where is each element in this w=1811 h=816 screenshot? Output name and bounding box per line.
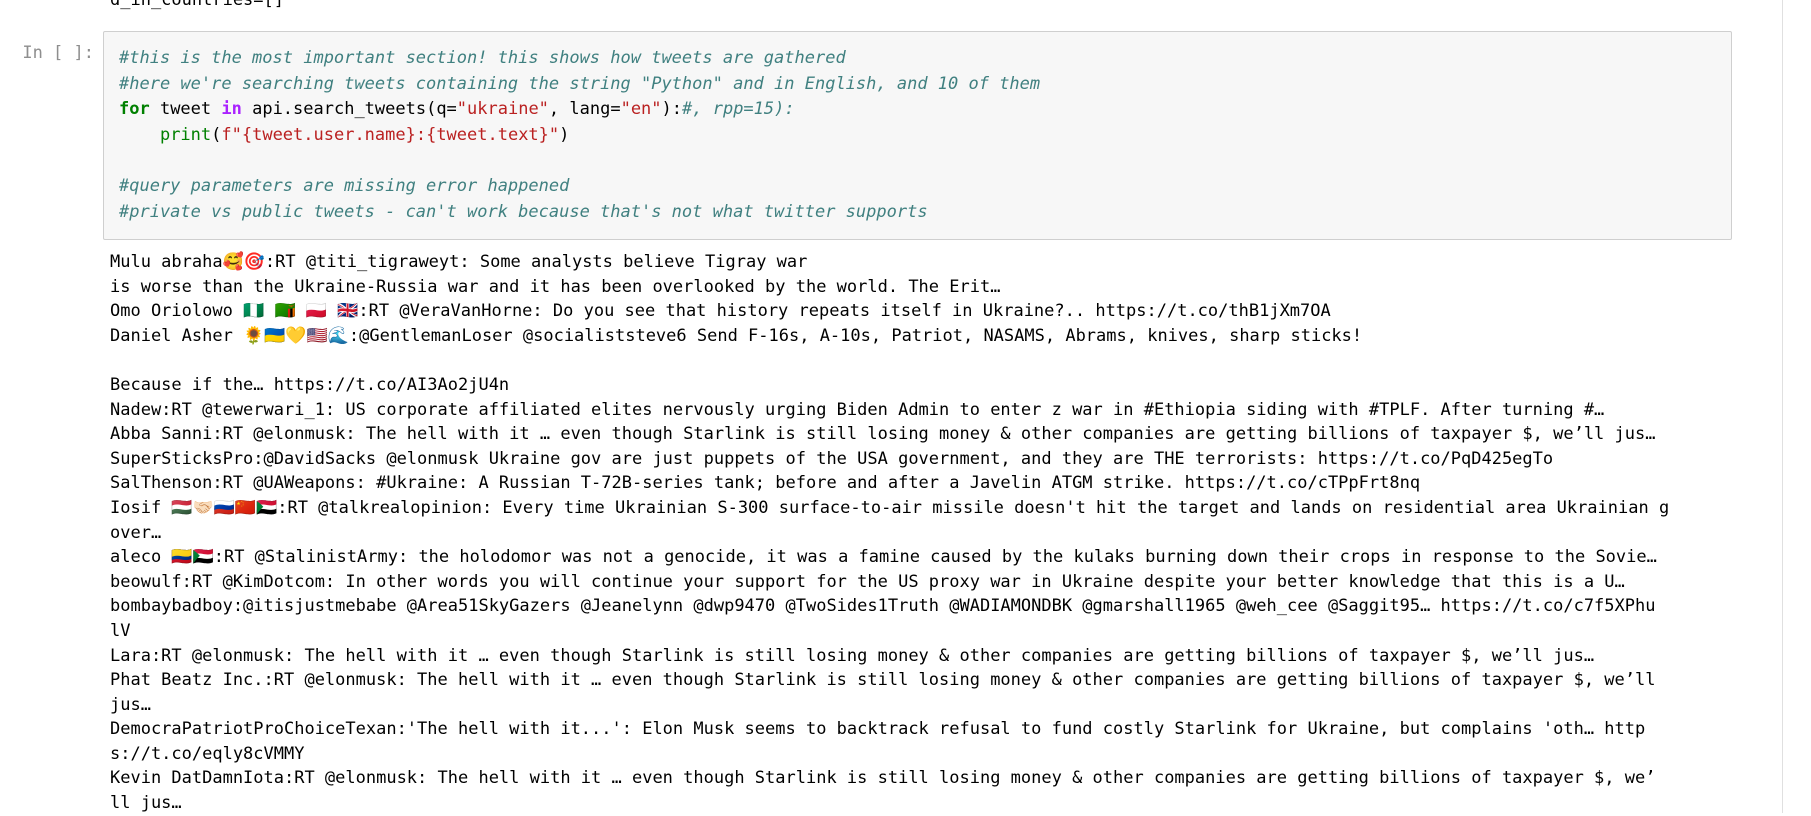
code-token: tweet xyxy=(149,99,222,120)
code-token: api.search_tweets(q= xyxy=(241,99,457,120)
output-line: Nadew:RT @tewerwari_1: US corporate affi… xyxy=(110,399,1605,420)
code-token: #, rpp=15): xyxy=(682,99,795,120)
code-token: print xyxy=(159,125,212,146)
output-line: is worse than the Ukraine-Russia war and… xyxy=(110,276,1001,297)
code-line: #here we're searching tweets containing … xyxy=(119,72,1040,98)
output-line: over… xyxy=(110,522,162,543)
code-line: for tweet in api.search_tweets(q="ukrain… xyxy=(119,97,1040,123)
code-line: #private vs public tweets - can't work b… xyxy=(119,200,1040,226)
code-token: ): xyxy=(661,99,683,120)
output-line: beowulf:RT @KimDotcom: In other words yo… xyxy=(110,571,1625,592)
output-line: SuperSticksPro:@DavidSacks @elonmusk Ukr… xyxy=(110,448,1554,469)
output-line: Because if the… https://t.co/AI3Ao2jU4n xyxy=(110,374,510,395)
right-gutter xyxy=(1783,0,1811,813)
output-line: Lara:RT @elonmusk: The hell with it … ev… xyxy=(110,645,1595,666)
code-token: #here we're searching tweets containing … xyxy=(119,73,1041,94)
code-token: ( xyxy=(211,125,222,146)
output-line: Daniel Asher 🌻🇺🇦💛🇺🇸🌊:@GentlemanLoser @so… xyxy=(110,325,1363,346)
output-line: aleco 🇨🇴🇸🇩:RT @StalinistArmy: the holodo… xyxy=(110,547,1657,568)
code-token: in xyxy=(221,99,242,120)
code-input-area[interactable]: #this is the most important section! thi… xyxy=(103,31,1732,240)
output-line: ll jus… xyxy=(110,793,182,814)
code-token: #private vs public tweets - can't work b… xyxy=(119,202,928,223)
code-line: #this is the most important section! thi… xyxy=(119,46,1040,72)
output-line: Phat Beatz Inc.:RT @elonmusk: The hell w… xyxy=(110,670,1656,691)
output-line: bombaybadboy:@itisjustmebabe @Area51SkyG… xyxy=(110,596,1656,617)
output-line: Iosif 🇭🇺🤝🏻🇷🇺🇨🇳🇸🇩:RT @talkrealopinion: Ev… xyxy=(110,497,1670,518)
code-token: #query parameters are missing error happ… xyxy=(119,176,570,197)
previous-cell-output: d_in_countries=[] xyxy=(110,0,284,10)
code-line: print(f"{tweet.user.name}:{tweet.text}") xyxy=(119,123,1040,149)
output-line: SalThenson:RT @UAWeapons: #Ukraine: A Ru… xyxy=(110,473,1421,494)
code-token: ) xyxy=(559,125,570,146)
code-line: #query parameters are missing error happ… xyxy=(119,174,1040,200)
code-token: , lang= xyxy=(548,99,621,120)
code-token: #this is the most important section! thi… xyxy=(119,48,846,68)
notebook-area: d_in_countries=[] In [ ]: #this is the m… xyxy=(0,0,1782,813)
code-token: "en" xyxy=(620,99,662,120)
code-editor[interactable]: #this is the most important section! thi… xyxy=(119,46,1040,226)
code-token: "ukraine" xyxy=(456,99,549,120)
output-line: Mulu abraha🥰🎯:RT @titi_tigraweyt: Some a… xyxy=(110,252,808,272)
code-token: f"{tweet.user.name}:{tweet.text}" xyxy=(221,125,560,146)
output-line: lV xyxy=(110,620,131,641)
output-line: s://t.co/eqly8cVMMY xyxy=(110,743,305,764)
output-line: Omo Oriolowo 🇳🇬 🇿🇲 🇵🇱 🇬🇧:RT @VeraVanHorn… xyxy=(110,301,1331,322)
output-line: DemocraPatriotProChoiceTexan:'The hell w… xyxy=(110,719,1646,740)
output-line: Kevin DatDamnIota:RT @elonmusk: The hell… xyxy=(110,768,1656,789)
input-prompt: In [ ]: xyxy=(22,43,94,63)
code-token: for xyxy=(119,99,150,120)
output-line: Abba Sanni:RT @elonmusk: The hell with i… xyxy=(110,424,1656,445)
cell-output: Mulu abraha🥰🎯:RT @titi_tigraweyt: Some a… xyxy=(110,250,1750,816)
output-line: jus… xyxy=(110,694,151,715)
